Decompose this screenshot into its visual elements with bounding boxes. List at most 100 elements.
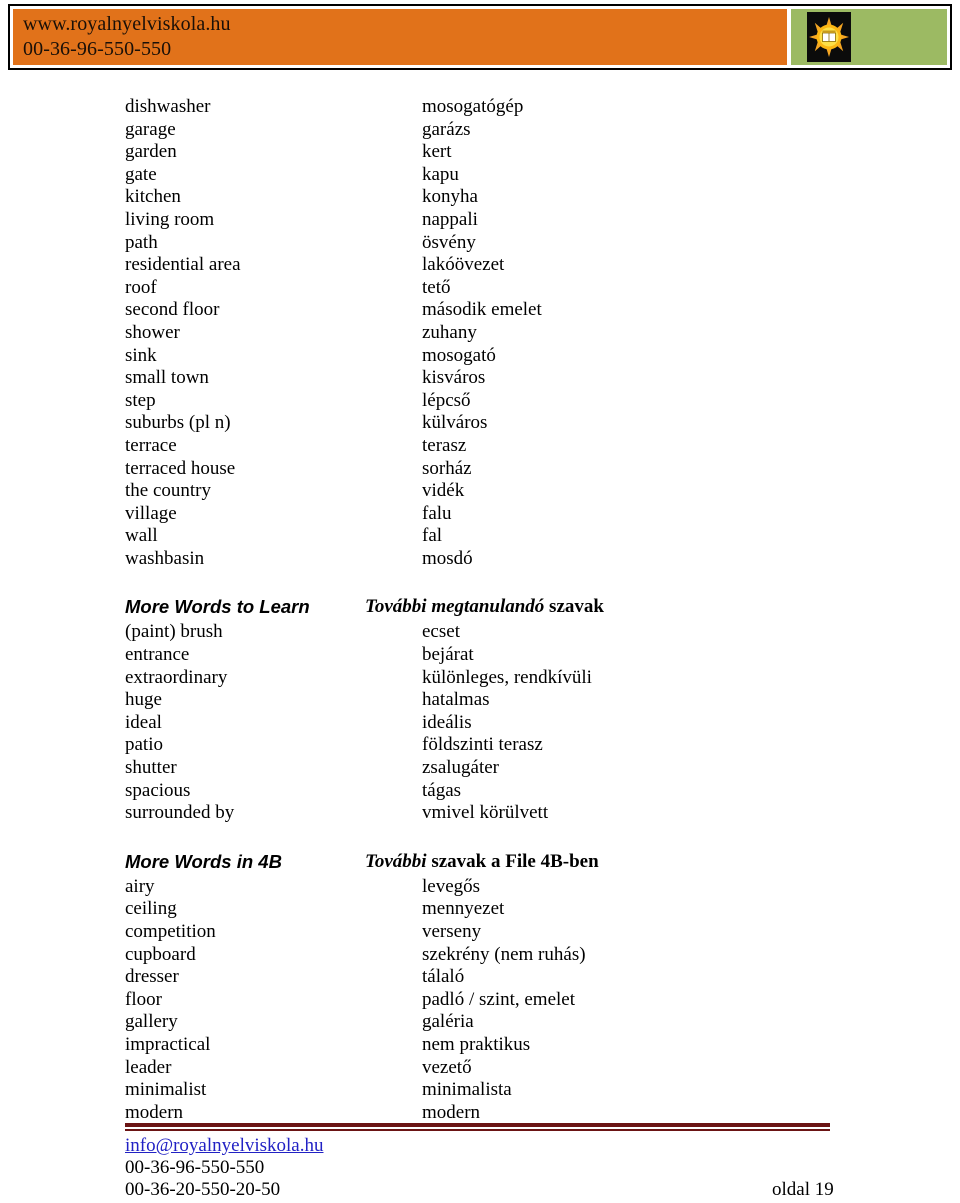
word-translation: minimalista xyxy=(422,1079,512,1101)
word-row: ideal ideális xyxy=(0,712,960,735)
word-row: sink mosogató xyxy=(0,345,960,368)
word-translation: szekrény (nem ruhás) xyxy=(422,943,586,965)
word-term: living room xyxy=(125,208,215,230)
header-phone: 00-36-96-550-550 xyxy=(23,38,172,60)
word-translation: mosogató xyxy=(422,344,496,366)
word-row: entrance bejárat xyxy=(0,644,960,667)
word-row: second floor második emelet xyxy=(0,299,960,322)
word-translation: verseny xyxy=(422,921,482,942)
word-translation: vmivel körülvett xyxy=(422,802,549,824)
footer-rule-thin xyxy=(125,1129,830,1131)
word-row: kitchen konyha xyxy=(0,186,960,209)
word-row: competition verseny xyxy=(0,921,960,944)
sun-book-logo-icon xyxy=(807,12,851,62)
word-row: impractical nem praktikus xyxy=(0,1034,960,1057)
word-term: step xyxy=(125,389,156,411)
page-header-banner: www.royalnyelviskola.hu 00-36-96-550-550 xyxy=(8,4,952,70)
word-row: gallery galéria xyxy=(0,1011,960,1034)
header-website[interactable]: www.royalnyelviskola.hu xyxy=(23,12,787,37)
word-row: surrounded by vmivel körülvett xyxy=(0,802,960,825)
footer-email-link[interactable]: info@royalnyelviskola.hu xyxy=(125,1135,324,1157)
header-logo-panel xyxy=(791,9,947,65)
wordlist-more-words-in-4b: airy levegős ceiling mennyezet competition… xyxy=(0,876,960,1125)
word-row: washbasin mosdó xyxy=(0,548,960,571)
word-term: impractical xyxy=(125,1033,211,1055)
word-term: path xyxy=(125,231,158,253)
word-translation: mosdó xyxy=(422,547,473,569)
wordlist-more-words-to-learn: (paint) brush ecset entrance bejárat extra… xyxy=(0,621,960,824)
section-heading-hungarian-italic: További megtanulandó xyxy=(365,596,550,618)
word-row: small town kisváros xyxy=(0,367,960,390)
word-term: garden xyxy=(125,141,177,163)
word-row: (paint) brush ecset xyxy=(0,621,960,644)
word-row: minimalist minimalista xyxy=(0,1079,960,1102)
footer-phone-secondary: 00-36-20-550-20-50 xyxy=(125,1179,281,1200)
word-translation: lépcső xyxy=(422,389,471,411)
word-term: minimalist xyxy=(125,1079,207,1101)
header-contact-panel: www.royalnyelviskola.hu 00-36-96-550-550 xyxy=(13,9,787,65)
word-translation: különleges, rendkívüli xyxy=(422,666,592,688)
section-heading-hungarian: További szavak a File 4B-ben xyxy=(365,849,599,874)
word-term: airy xyxy=(125,875,155,897)
word-term: (paint) brush xyxy=(125,621,223,643)
word-row: patio földszinti terasz xyxy=(0,734,960,757)
word-term: extraordinary xyxy=(125,666,228,688)
word-row: step lépcső xyxy=(0,390,960,413)
word-translation: vidék xyxy=(422,480,465,502)
word-row: garden kert xyxy=(0,141,960,164)
word-row: shower zuhany xyxy=(0,322,960,345)
word-term: dresser xyxy=(125,966,179,988)
word-translation: tető xyxy=(422,276,451,298)
page-number: oldal 19 xyxy=(772,1179,834,1200)
word-row: cupboard szekrény (nem ruhás) xyxy=(0,944,960,967)
word-term: cupboard xyxy=(125,943,196,965)
word-term: floor xyxy=(125,988,162,1010)
word-row: residential area lakóövezet xyxy=(0,254,960,277)
word-term: gate xyxy=(125,163,157,185)
word-translation: tágas xyxy=(422,779,462,801)
section-heading-english: More Words to Learn xyxy=(125,596,310,618)
section-heading-more-words-to-learn: More Words to Learn További megtanulandó… xyxy=(0,594,960,619)
page-footer: info@royalnyelviskola.hu 00-36-96-550-55… xyxy=(0,1111,960,1203)
word-row: airy levegős xyxy=(0,876,960,899)
word-term: garage xyxy=(125,118,176,140)
word-translation: második emelet xyxy=(422,299,542,321)
word-term: dishwasher xyxy=(125,96,211,117)
word-term: spacious xyxy=(125,779,191,801)
word-term: village xyxy=(125,502,177,524)
word-term: patio xyxy=(125,734,163,756)
word-translation: zuhany xyxy=(422,321,477,343)
word-translation: garázs xyxy=(422,118,471,140)
word-term: second floor xyxy=(125,299,220,321)
word-row: terraced house sorház xyxy=(0,458,960,481)
word-row: path ösvény xyxy=(0,232,960,255)
word-translation: ideális xyxy=(422,711,472,733)
word-row: shutter zsalugáter xyxy=(0,757,960,780)
word-term: ideal xyxy=(125,711,162,733)
word-translation: nappali xyxy=(422,208,478,230)
word-term: shutter xyxy=(125,757,177,779)
word-row: leader vezető xyxy=(0,1057,960,1080)
word-translation: hatalmas xyxy=(422,689,490,711)
word-term: ceiling xyxy=(125,898,177,920)
word-translation: kisváros xyxy=(422,367,486,389)
word-term: the country xyxy=(125,480,212,502)
section-heading-more-words-in-4b: More Words in 4B További szavak a File 4… xyxy=(0,849,960,874)
word-term: surrounded by xyxy=(125,802,235,824)
section-heading-hungarian-rest: szavak a File 4B-ben xyxy=(431,850,599,872)
word-term: entrance xyxy=(125,644,190,666)
word-translation: padló / szint, emelet xyxy=(422,988,576,1010)
word-term: roof xyxy=(125,276,157,298)
word-translation: bejárat xyxy=(422,644,474,666)
word-term: small town xyxy=(125,367,209,389)
word-row: terrace terasz xyxy=(0,435,960,458)
word-translation: lakóövezet xyxy=(422,254,505,276)
footer-phone-primary: 00-36-96-550-550 xyxy=(125,1157,265,1178)
word-row: suburbs (pl n) külváros xyxy=(0,412,960,435)
word-term: terraced house xyxy=(125,457,236,479)
word-translation: vezető xyxy=(422,1056,472,1078)
word-term: gallery xyxy=(125,1011,178,1033)
word-translation: mosogatógép xyxy=(422,96,524,117)
